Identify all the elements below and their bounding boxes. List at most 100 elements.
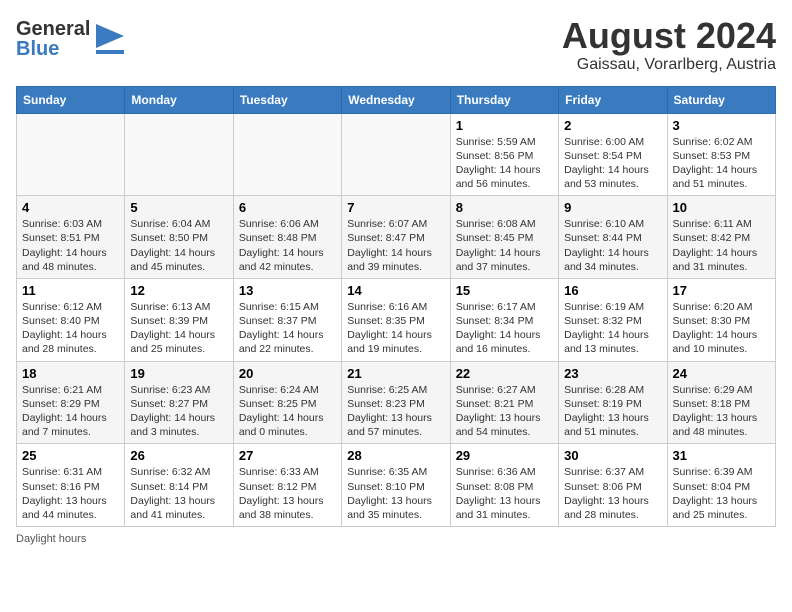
day-info: Sunrise: 6:23 AMSunset: 8:27 PMDaylight:… — [130, 383, 227, 440]
calendar-cell — [125, 113, 233, 196]
logo-general-text: General — [16, 19, 90, 39]
calendar-cell: 31 Sunrise: 6:39 AMSunset: 8:04 PMDayligh… — [667, 444, 775, 527]
calendar-cell: 30 Sunrise: 6:37 AMSunset: 8:06 PMDayligh… — [559, 444, 667, 527]
th-monday: Monday — [125, 86, 233, 113]
day-number: 26 — [130, 448, 227, 463]
day-info: Sunrise: 6:37 AMSunset: 8:06 PMDaylight:… — [564, 465, 661, 522]
day-info: Sunrise: 6:12 AMSunset: 8:40 PMDaylight:… — [22, 300, 119, 357]
calendar-cell: 24Sunrise: 6:29 AMSunset: 8:18 PMDayligh… — [667, 361, 775, 444]
day-info: Sunrise: 6:03 AMSunset: 8:51 PMDaylight:… — [22, 217, 119, 274]
title-block: August 2024 Gaissau, Vorarlberg, Austria — [562, 16, 776, 74]
day-number: 15 — [456, 283, 553, 298]
day-info: Sunrise: 6:15 AMSunset: 8:37 PMDaylight:… — [239, 300, 336, 357]
day-info: Sunrise: 6:27 AMSunset: 8:21 PMDaylight:… — [456, 383, 553, 440]
day-number: 13 — [239, 283, 336, 298]
calendar-cell: 9 Sunrise: 6:10 AMSunset: 8:44 PMDaylight… — [559, 196, 667, 279]
day-info: Sunrise: 6:17 AMSunset: 8:34 PMDaylight:… — [456, 300, 553, 357]
calendar-cell: 8Sunrise: 6:08 AMSunset: 8:45 PMDaylight… — [450, 196, 558, 279]
day-info: Sunrise: 5:59 AMSunset: 8:56 PMDaylight:… — [456, 135, 553, 192]
calendar-cell: 27 Sunrise: 6:33 AMSunset: 8:12 PMDayligh… — [233, 444, 341, 527]
day-number: 3 — [673, 118, 770, 133]
calendar-cell: 7 Sunrise: 6:07 AMSunset: 8:47 PMDaylight… — [342, 196, 450, 279]
day-info: Sunrise: 6:10 AMSunset: 8:44 PMDaylight:… — [564, 217, 661, 274]
calendar-cell: 20Sunrise: 6:24 AMSunset: 8:25 PMDayligh… — [233, 361, 341, 444]
day-info: Sunrise: 6:31 AMSunset: 8:16 PMDaylight:… — [22, 465, 119, 522]
day-info: Sunrise: 6:33 AMSunset: 8:12 PMDaylight:… — [239, 465, 336, 522]
day-number: 1 — [456, 118, 553, 133]
day-number: 11 — [22, 283, 119, 298]
day-info: Sunrise: 6:28 AMSunset: 8:19 PMDaylight:… — [564, 383, 661, 440]
calendar-cell: 4 Sunrise: 6:03 AMSunset: 8:51 PMDaylight… — [17, 196, 125, 279]
day-number: 16 — [564, 283, 661, 298]
day-number: 24 — [673, 366, 770, 381]
day-number: 23 — [564, 366, 661, 381]
logo: General Blue — [16, 16, 124, 61]
day-number: 12 — [130, 283, 227, 298]
calendar-cell: 10Sunrise: 6:11 AMSunset: 8:42 PMDayligh… — [667, 196, 775, 279]
th-wednesday: Wednesday — [342, 86, 450, 113]
calendar-cell: 2Sunrise: 6:00 AMSunset: 8:54 PMDaylight… — [559, 113, 667, 196]
calendar-cell: 29 Sunrise: 6:36 AMSunset: 8:08 PMDayligh… — [450, 444, 558, 527]
calendar-cell: 19 Sunrise: 6:23 AMSunset: 8:27 PMDayligh… — [125, 361, 233, 444]
day-info: Sunrise: 6:02 AMSunset: 8:53 PMDaylight:… — [673, 135, 770, 192]
day-info: Sunrise: 6:39 AMSunset: 8:04 PMDaylight:… — [673, 465, 770, 522]
day-info: Sunrise: 6:25 AMSunset: 8:23 PMDaylight:… — [347, 383, 444, 440]
day-number: 27 — [239, 448, 336, 463]
calendar-cell: 16Sunrise: 6:19 AMSunset: 8:32 PMDayligh… — [559, 278, 667, 361]
day-number: 2 — [564, 118, 661, 133]
logo-words: General Blue — [16, 19, 90, 59]
calendar-cell: 22Sunrise: 6:27 AMSunset: 8:21 PMDayligh… — [450, 361, 558, 444]
calendar-cell: 26 Sunrise: 6:32 AMSunset: 8:14 PMDayligh… — [125, 444, 233, 527]
day-info: Sunrise: 6:07 AMSunset: 8:47 PMDaylight:… — [347, 217, 444, 274]
logo-blue-text: Blue — [16, 39, 90, 59]
day-info: Sunrise: 6:13 AMSunset: 8:39 PMDaylight:… — [130, 300, 227, 357]
calendar-cell — [17, 113, 125, 196]
calendar-cell: 21Sunrise: 6:25 AMSunset: 8:23 PMDayligh… — [342, 361, 450, 444]
sub-title: Gaissau, Vorarlberg, Austria — [562, 56, 776, 74]
th-sunday: Sunday — [17, 86, 125, 113]
day-number: 30 — [564, 448, 661, 463]
calendar-cell — [233, 113, 341, 196]
main-title: August 2024 — [562, 16, 776, 56]
calendar-cell: 1 Sunrise: 5:59 AMSunset: 8:56 PMDaylight… — [450, 113, 558, 196]
page-container: General Blue August 2024 Gaissau, Vorarl… — [16, 16, 776, 545]
day-info: Sunrise: 6:32 AMSunset: 8:14 PMDaylight:… — [130, 465, 227, 522]
calendar-cell: 3 Sunrise: 6:02 AMSunset: 8:53 PMDaylight… — [667, 113, 775, 196]
calendar-table: Sunday Monday Tuesday Wednesday Thursday… — [16, 86, 776, 527]
day-number: 20 — [239, 366, 336, 381]
day-number: 28 — [347, 448, 444, 463]
day-number: 4 — [22, 200, 119, 215]
day-info: Sunrise: 6:35 AMSunset: 8:10 PMDaylight:… — [347, 465, 444, 522]
calendar-cell: 5 Sunrise: 6:04 AMSunset: 8:50 PMDaylight… — [125, 196, 233, 279]
calendar-row: 4 Sunrise: 6:03 AMSunset: 8:51 PMDaylight… — [17, 196, 776, 279]
day-number: 18 — [22, 366, 119, 381]
calendar-cell: 17Sunrise: 6:20 AMSunset: 8:30 PMDayligh… — [667, 278, 775, 361]
day-info: Sunrise: 6:16 AMSunset: 8:35 PMDaylight:… — [347, 300, 444, 357]
day-number: 6 — [239, 200, 336, 215]
day-number: 25 — [22, 448, 119, 463]
th-tuesday: Tuesday — [233, 86, 341, 113]
th-friday: Friday — [559, 86, 667, 113]
calendar-cell: 15 Sunrise: 6:17 AMSunset: 8:34 PMDayligh… — [450, 278, 558, 361]
day-info: Sunrise: 6:21 AMSunset: 8:29 PMDaylight:… — [22, 383, 119, 440]
header-row: Sunday Monday Tuesday Wednesday Thursday… — [17, 86, 776, 113]
day-info: Sunrise: 6:06 AMSunset: 8:48 PMDaylight:… — [239, 217, 336, 274]
day-info: Sunrise: 6:11 AMSunset: 8:42 PMDaylight:… — [673, 217, 770, 274]
calendar-row: 18 Sunrise: 6:21 AMSunset: 8:29 PMDayligh… — [17, 361, 776, 444]
day-number: 19 — [130, 366, 227, 381]
calendar-cell: 28 Sunrise: 6:35 AMSunset: 8:10 PMDayligh… — [342, 444, 450, 527]
calendar-cell: 11 Sunrise: 6:12 AMSunset: 8:40 PMDayligh… — [17, 278, 125, 361]
calendar-cell: 25 Sunrise: 6:31 AMSunset: 8:16 PMDayligh… — [17, 444, 125, 527]
day-number: 7 — [347, 200, 444, 215]
day-info: Sunrise: 6:36 AMSunset: 8:08 PMDaylight:… — [456, 465, 553, 522]
day-number: 31 — [673, 448, 770, 463]
day-number: 29 — [456, 448, 553, 463]
day-number: 9 — [564, 200, 661, 215]
day-info: Sunrise: 6:04 AMSunset: 8:50 PMDaylight:… — [130, 217, 227, 274]
day-number: 14 — [347, 283, 444, 298]
logo-icon — [96, 16, 124, 61]
day-number: 5 — [130, 200, 227, 215]
calendar-row: 25 Sunrise: 6:31 AMSunset: 8:16 PMDayligh… — [17, 444, 776, 527]
calendar-row: 1 Sunrise: 5:59 AMSunset: 8:56 PMDaylight… — [17, 113, 776, 196]
calendar-cell: 14 Sunrise: 6:16 AMSunset: 8:35 PMDayligh… — [342, 278, 450, 361]
